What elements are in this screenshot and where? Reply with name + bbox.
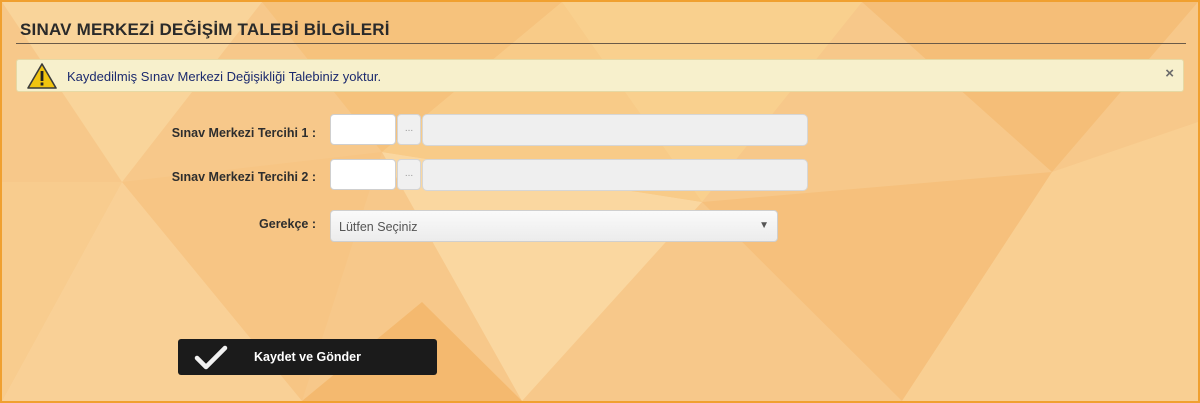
preference2-browse-button[interactable]: ... [397,159,421,190]
preference2-label: Sınav Merkezi Tercihi 2 : [171,170,316,184]
reason-select[interactable]: Lütfen Seçiniz ▼ [330,210,778,242]
alert-message: Kaydedilmiş Sınav Merkezi Değişikliği Ta… [67,69,382,84]
reason-label: Gerekçe : [259,217,316,231]
preference1-browse-button[interactable]: ... [397,114,421,145]
page-frame: SINAV MERKEZİ DEĞİŞİM TALEBİ BİLGİLERİ K… [0,0,1200,403]
page-title: SINAV MERKEZİ DEĞİŞİM TALEBİ BİLGİLERİ [20,20,390,39]
preference1-label: Sınav Merkezi Tercihi 1 : [171,126,316,140]
checkmark-icon [194,345,228,370]
title-divider [16,43,1186,44]
warning-alert: Kaydedilmiş Sınav Merkezi Değişikliği Ta… [16,59,1184,92]
save-and-send-button[interactable]: Kaydet ve Gönder [178,339,437,375]
warning-icon [27,63,57,89]
dropdown-arrow-icon: ▼ [759,220,769,231]
alert-close-button[interactable]: × [1165,65,1174,82]
preference2-name-field [422,159,808,191]
preference1-name-field [422,114,808,146]
reason-selected-value: Lütfen Seçiniz [339,220,418,234]
preference2-code-input[interactable] [330,159,396,190]
save-and-send-label: Kaydet ve Gönder [254,350,361,364]
preference1-code-input[interactable] [330,114,396,145]
